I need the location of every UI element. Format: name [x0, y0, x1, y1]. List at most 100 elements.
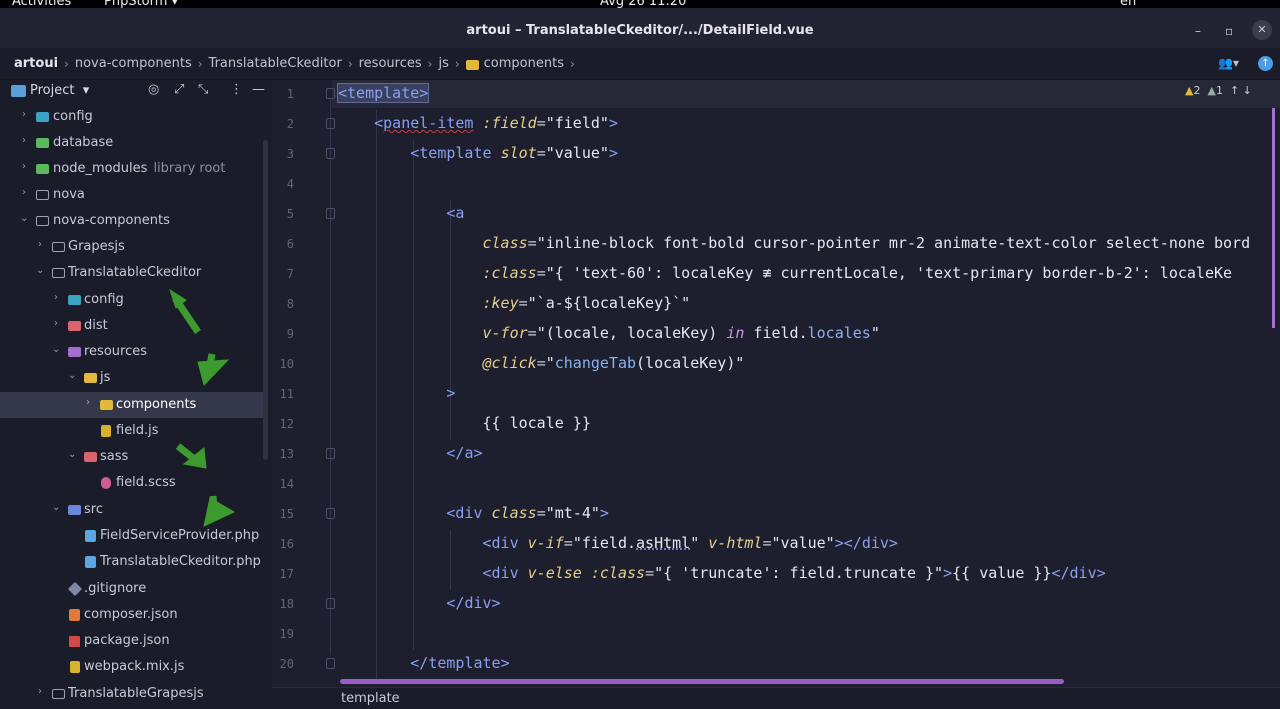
code-line: <template> — [336, 80, 430, 108]
fold-marker-icon[interactable] — [326, 598, 335, 609]
tree-item[interactable]: › dist — [0, 313, 266, 339]
chevron-down-icon: ⌄ — [52, 344, 61, 355]
code-token: template — [347, 84, 420, 102]
tree-item[interactable]: composer.json — [0, 602, 266, 628]
app-menu-label: PhpStorm — [104, 0, 168, 8]
collapse-all-icon[interactable]: ⤡ — [198, 82, 208, 97]
folder-icon — [100, 400, 113, 410]
breadcrumb-item[interactable]: nova-components — [75, 56, 192, 71]
chevron-right-icon: › — [54, 292, 58, 303]
code-token: div — [861, 534, 889, 552]
code-line: </div> — [338, 588, 500, 618]
fold-marker-icon[interactable] — [326, 118, 335, 129]
tree-item[interactable]: › Grapesjs — [0, 234, 266, 260]
tree-item[interactable]: .gitignore — [0, 576, 266, 602]
tree-item[interactable]: ⌄ TranslatableCkeditor — [0, 260, 266, 286]
tree-item[interactable]: package.json — [0, 628, 266, 654]
tree-item-label: node_modules library root — [53, 161, 225, 176]
code-token: </div> — [1051, 564, 1106, 582]
options-icon[interactable]: ⋮ — [230, 82, 243, 97]
js-file-icon — [70, 661, 80, 673]
hide-icon[interactable]: — — [252, 82, 265, 97]
inspection-widget[interactable]: ▲2 ▲1 ↑ ↓ — [1185, 84, 1252, 97]
line-number: 4 — [286, 177, 294, 191]
folder-icon — [68, 295, 81, 305]
tree-item-label: config — [84, 292, 124, 307]
update-icon[interactable]: ↑ — [1258, 56, 1273, 71]
code-token: div — [491, 534, 519, 552]
folder-icon — [36, 164, 49, 174]
project-scrollbar[interactable] — [263, 140, 268, 460]
tree-item[interactable]: › node_modules library root — [0, 156, 266, 182]
tree-item[interactable]: › nova — [0, 182, 266, 208]
code-token: v-for — [482, 324, 528, 342]
code-token: "field. — [572, 534, 637, 552]
chevron-right-icon: › — [454, 56, 460, 71]
scss-file-icon — [101, 477, 111, 489]
clock[interactable]: Avg 26 11:20 — [600, 0, 686, 8]
code-line: :key="`a-${localeKey}`" — [338, 288, 691, 318]
project-view-selector[interactable]: Project ▾ — [30, 83, 89, 98]
code-line: <panel-item :field="field"> — [338, 108, 618, 138]
close-icon[interactable]: ✕ — [1252, 20, 1272, 40]
editor-breadcrumb-item[interactable]: template — [341, 691, 400, 706]
language-indicator[interactable]: en — [1120, 0, 1136, 8]
tree-item[interactable]: TranslatableCkeditor.php — [0, 549, 266, 575]
breadcrumb-item[interactable]: resources — [359, 56, 422, 71]
editor-scrollbar[interactable] — [1272, 108, 1275, 328]
code-line: <a — [338, 198, 464, 228]
code-line: </a> — [338, 438, 483, 468]
fold-marker-icon[interactable] — [326, 148, 335, 159]
activities-button[interactable]: Activities — [12, 0, 71, 8]
folder-icon — [36, 112, 49, 122]
folder-icon — [465, 59, 479, 70]
maximize-icon[interactable]: ▫ — [1225, 24, 1233, 38]
navigation-bar: artoui › nova-components › TranslatableCke… — [0, 48, 1280, 80]
code-line: <div class="mt-4"> — [338, 498, 609, 528]
folder-icon — [36, 190, 49, 200]
fold-marker-icon[interactable] — [326, 658, 335, 669]
breadcrumb-item[interactable]: js — [438, 56, 448, 71]
tree-item[interactable]: › TranslatableGrapesjs — [0, 681, 266, 707]
chevron-right-icon: › — [22, 109, 26, 120]
breadcrumb-item[interactable]: artoui — [14, 56, 58, 71]
tree-item-label: TranslatableGrapesjs — [68, 686, 204, 701]
fold-marker-icon[interactable] — [326, 508, 335, 519]
tree-item[interactable]: › config — [0, 104, 266, 130]
window-titlebar: artoui – TranslatableCkeditor/.../Detail… — [0, 8, 1280, 48]
fold-marker-icon[interactable] — [326, 448, 335, 459]
tree-item[interactable]: FieldServiceProvider.php — [0, 523, 266, 549]
code-token: "{ 'truncate': field.truncate }" — [654, 564, 944, 582]
arrow-down-icon[interactable]: ↓ — [1243, 84, 1252, 97]
tree-item-selected[interactable]: › components — [0, 392, 266, 418]
app-menu[interactable]: PhpStorm ▾ — [104, 0, 178, 8]
horizontal-scrollbar[interactable] — [340, 679, 1064, 684]
tree-item[interactable]: ⌄ js — [0, 365, 266, 391]
tree-item[interactable]: ⌄ nova-components — [0, 208, 266, 234]
code-token: <div — [446, 504, 483, 522]
tree-item[interactable]: › config — [0, 287, 266, 313]
breadcrumb-item[interactable]: components — [484, 56, 564, 71]
tree-item[interactable]: › database — [0, 130, 266, 156]
code-editor[interactable]: 1 2 3 4 5 6 7 8 9 10 11 12 13 14 15 16 1… — [272, 80, 1280, 687]
tree-item[interactable]: ⌄ sass — [0, 444, 266, 470]
tree-item[interactable]: field.scss — [0, 470, 266, 496]
locate-icon[interactable]: ◎ — [148, 82, 159, 97]
code-token: "field" — [545, 114, 609, 132]
fold-marker-icon[interactable] — [326, 208, 335, 219]
code-token: template — [428, 654, 501, 672]
collaboration-icon[interactable]: 👥▾ — [1218, 56, 1239, 70]
code-token: </a> — [446, 444, 483, 462]
expand-all-icon[interactable]: ⤢ — [174, 82, 184, 97]
code-token: = — [762, 534, 772, 552]
arrow-up-icon[interactable]: ↑ — [1230, 84, 1239, 97]
code-line: {{ locale }} — [338, 408, 591, 438]
code-token: class — [482, 234, 528, 252]
fold-marker-icon[interactable] — [326, 88, 335, 99]
tree-item[interactable]: ⌄ resources — [0, 339, 266, 365]
tree-item[interactable]: webpack.mix.js — [0, 654, 266, 680]
tree-item[interactable]: ⌄ src — [0, 497, 266, 523]
minimize-icon[interactable]: – — [1195, 24, 1201, 38]
breadcrumb-item[interactable]: TranslatableCkeditor — [209, 56, 342, 71]
tree-item[interactable]: field.js — [0, 418, 266, 444]
